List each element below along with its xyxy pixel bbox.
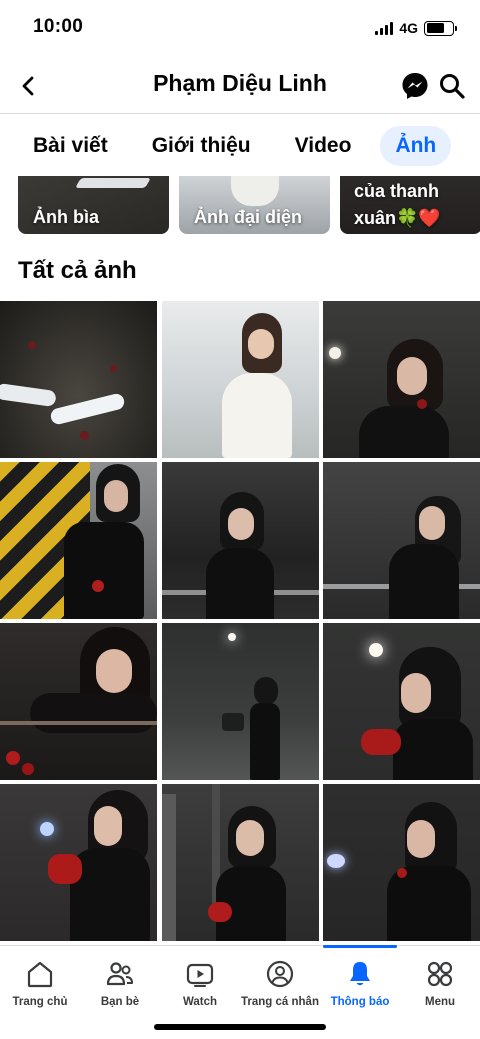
photo-thumbnail[interactable] [161,784,319,941]
profile-tabs: Bài viết Giới thiệu Video Ảnh [18,124,480,168]
home-indicator[interactable] [154,1024,326,1030]
status-bar: 10:00 4G [0,0,480,56]
bell-icon [350,962,370,986]
photo-thumbnail[interactable] [323,301,480,458]
signal-icon [375,21,394,35]
nav-label: Bạn bè [100,996,140,1008]
status-time: 10:00 [33,16,84,37]
photo-thumbnail[interactable] [323,784,480,941]
section-title: Tất cả ảnh [18,257,137,284]
profile-header: Phạm Diệu Linh [0,58,480,114]
photo-grid [0,301,480,941]
watch-icon [186,963,214,987]
album-label: Ảnh đại diện [194,207,302,227]
photo-thumbnail[interactable] [0,301,157,458]
nav-label: Trang chủ [12,996,68,1008]
tab-posts[interactable]: Bài viết [18,126,123,166]
photo-thumbnail[interactable] [161,623,319,780]
search-icon [440,74,465,99]
friends-icon [106,962,133,986]
nav-watch[interactable]: Watch [160,946,240,1008]
tab-video[interactable]: Video [280,126,367,166]
nav-friends[interactable]: Bạn bè [80,946,160,1008]
album-thumbnail [231,176,279,206]
nav-home[interactable]: Trang chủ [0,946,80,1008]
home-icon [27,961,53,988]
network-type: 4G [399,20,418,36]
album-profile-pictures[interactable]: Ảnh đại diện [179,176,330,234]
nav-menu[interactable]: Menu [400,946,480,1008]
photo-thumbnail[interactable] [323,623,480,780]
messenger-button[interactable] [400,71,430,101]
tab-about[interactable]: Giới thiệu [137,126,266,166]
menu-grid-icon [427,961,453,987]
photo-thumbnail[interactable] [0,784,157,941]
nav-label: Watch [182,996,218,1008]
album-youth[interactable]: của thanh xuân🍀❤️ [340,176,480,234]
album-thumbnail [75,178,151,188]
photo-thumbnail[interactable] [161,462,319,619]
nav-label: Thông báo [330,996,390,1008]
nav-profile[interactable]: Trang cá nhân [240,946,320,1008]
nav-label: Menu [424,996,456,1008]
profile-icon [266,960,294,988]
tab-photos[interactable]: Ảnh [380,126,452,166]
status-indicators: 4G [375,20,457,36]
photo-thumbnail[interactable] [0,462,157,619]
photo-thumbnail[interactable] [323,462,480,619]
photo-thumbnail[interactable] [0,623,157,780]
album-cover-photos[interactable]: Ảnh bìa [18,176,169,234]
search-button[interactable] [438,72,466,100]
album-label: của thanh xuân🍀❤️ [354,181,441,228]
nav-notifications[interactable]: Thông báo [320,946,400,1008]
battery-icon [424,20,457,36]
nav-label: Trang cá nhân [241,996,319,1008]
bottom-nav: Trang chủ Bạn bè Watch Trang cá nhân Thô… [0,945,480,1039]
albums-strip: Ảnh bìa Ảnh đại diện của thanh xuân🍀❤️ [18,176,480,234]
photo-thumbnail[interactable] [161,301,319,458]
messenger-icon [402,73,428,99]
album-label: Ảnh bìa [33,207,99,227]
active-tab-indicator [323,945,397,948]
